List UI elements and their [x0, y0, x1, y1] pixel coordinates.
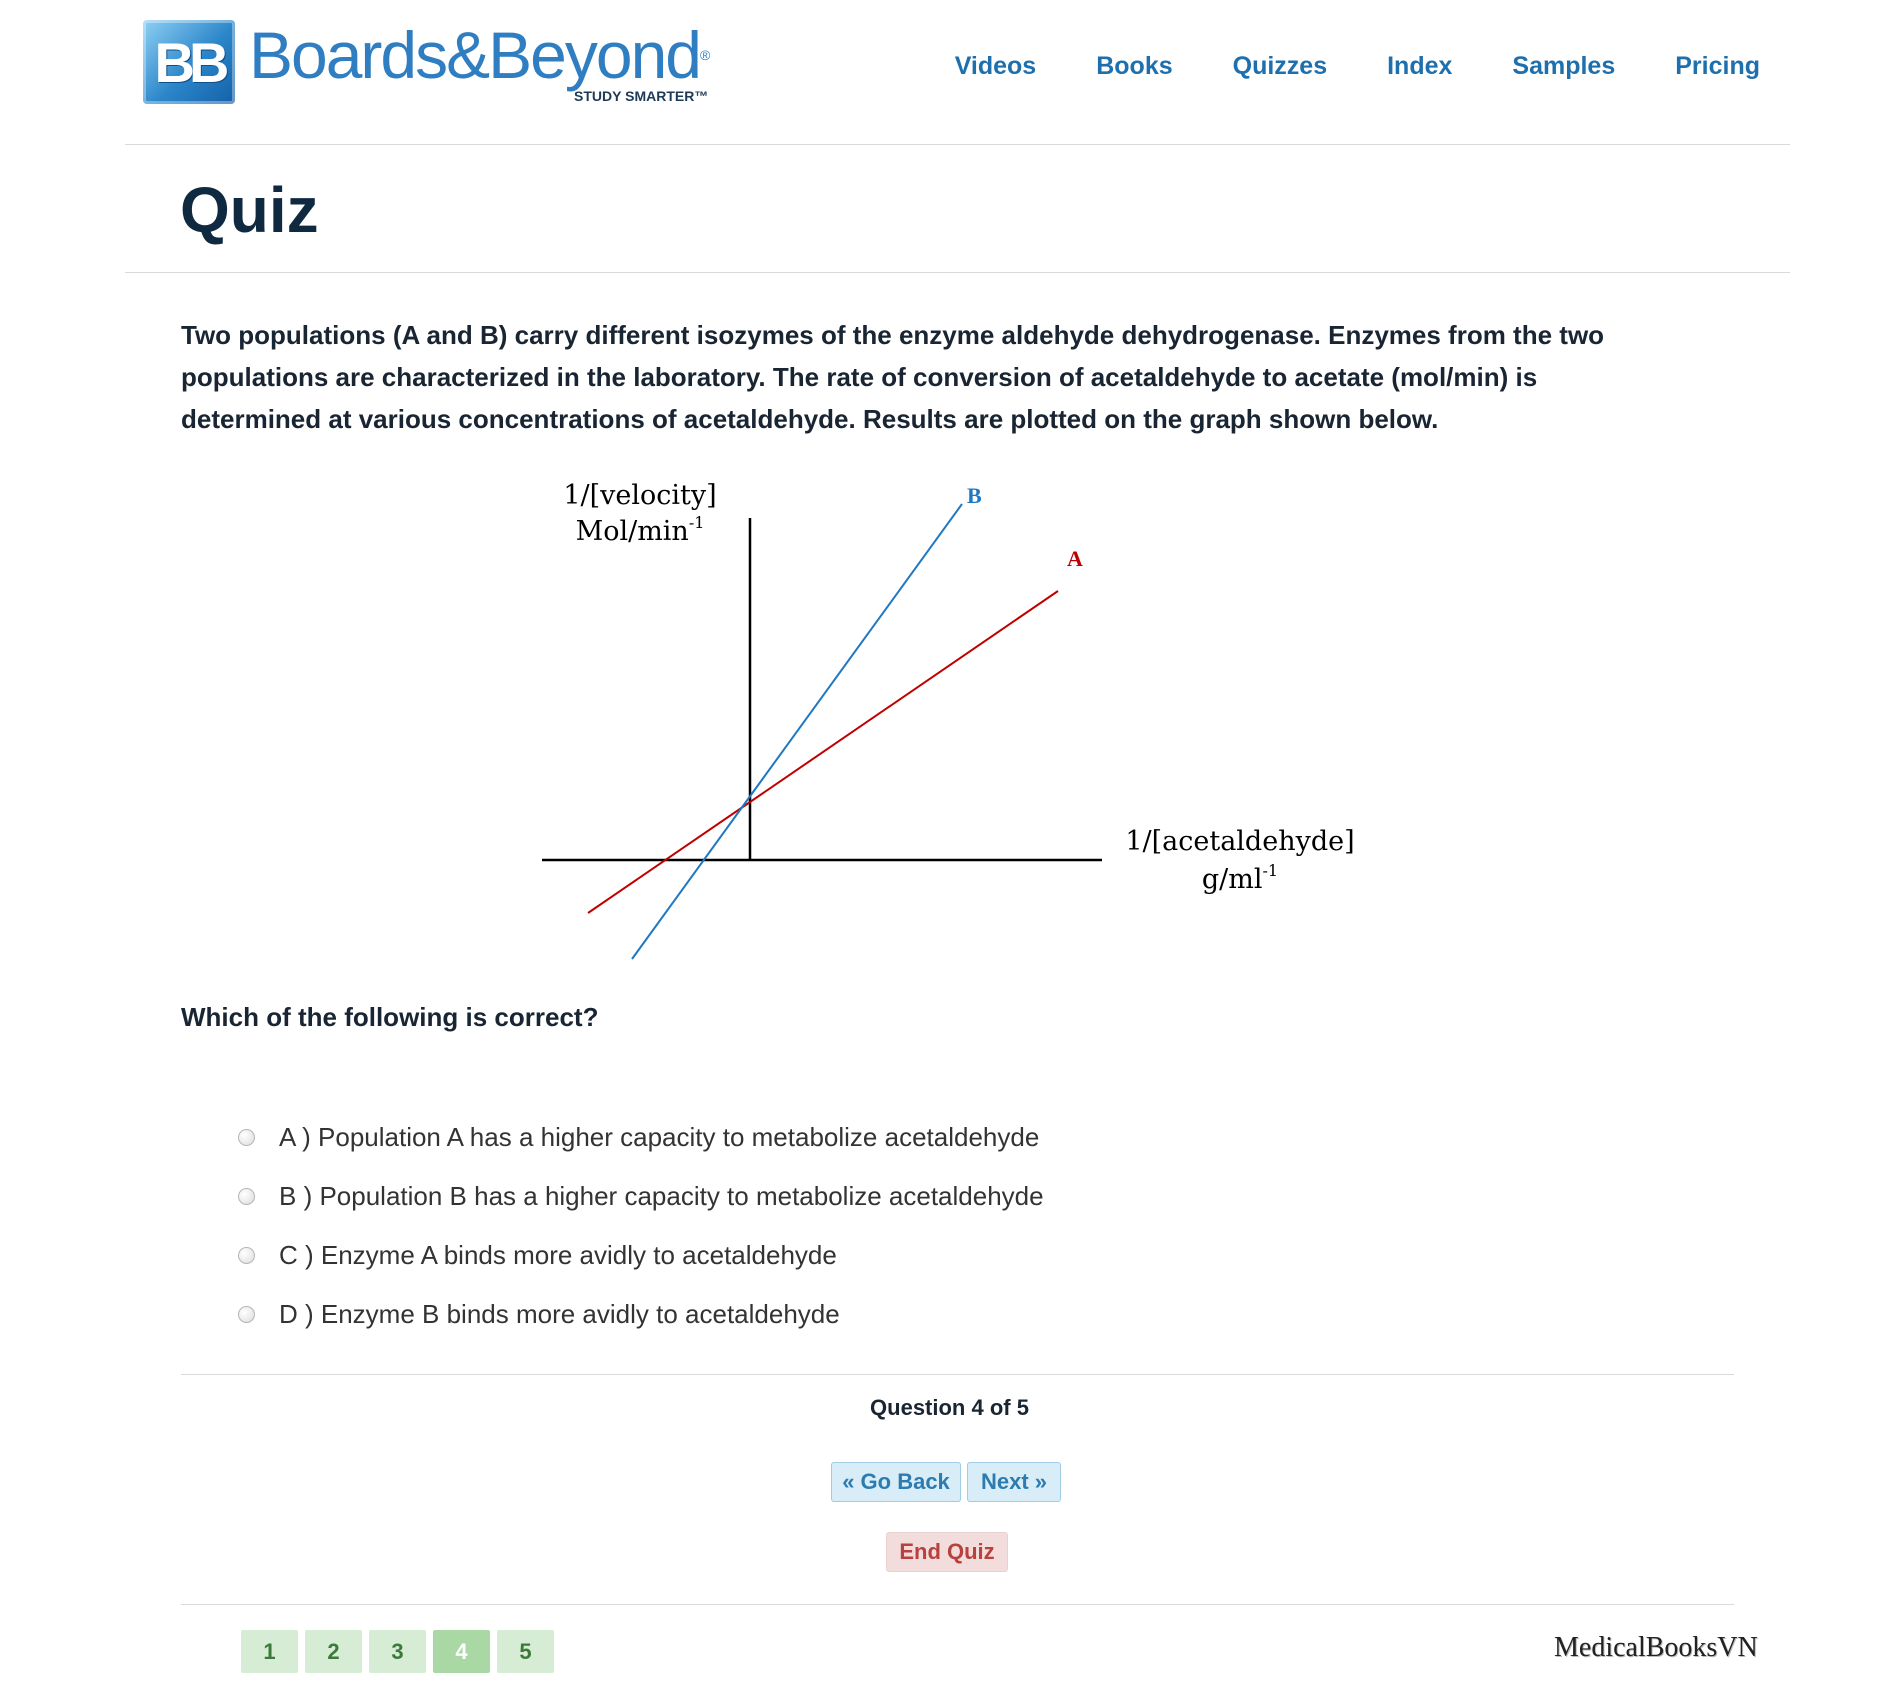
answer-options: A ) Population A has a higher capacity t… [238, 1108, 1044, 1344]
option-a[interactable]: A ) Population A has a higher capacity t… [238, 1108, 1044, 1167]
radio-b[interactable] [238, 1188, 255, 1205]
y-axis-label-line1: 1/[velocity] [563, 480, 716, 511]
option-d[interactable]: D ) Enzyme B binds more avidly to acetal… [238, 1285, 1044, 1344]
radio-c[interactable] [238, 1247, 255, 1264]
option-a-text[interactable]: A ) Population A has a higher capacity t… [279, 1122, 1039, 1153]
line-a-label: A [1067, 546, 1083, 571]
next-button[interactable]: Next » [967, 1462, 1061, 1502]
page-button-1[interactable]: 1 [241, 1630, 298, 1673]
nav-samples[interactable]: Samples [1512, 52, 1615, 81]
nav-buttons: « Go Back Next » [831, 1462, 1061, 1502]
nav-index[interactable]: Index [1387, 52, 1452, 81]
main-nav: Videos Books Quizzes Index Samples Prici… [895, 52, 1760, 81]
line-b [631, 503, 963, 960]
page-button-5[interactable]: 5 [497, 1630, 554, 1673]
page-button-4-current[interactable]: 4 [433, 1630, 490, 1673]
divider-bottom [181, 1604, 1734, 1605]
page-button-2[interactable]: 2 [305, 1630, 362, 1673]
x-axis-label-line2: g/ml-1 [1202, 861, 1278, 895]
x-axis-unit-sup: -1 [1263, 861, 1279, 880]
registered-mark: ® [700, 47, 710, 63]
radio-d[interactable] [238, 1306, 255, 1323]
question-stem: Two populations (A and B) carry differen… [181, 320, 1605, 434]
question-progress: Question 4 of 5 [870, 1395, 1029, 1420]
option-b[interactable]: B ) Population B has a higher capacity t… [238, 1167, 1044, 1226]
logo-text: Boards&Beyond® STUDY SMARTER™ [249, 18, 710, 104]
y-axis-label-line2: Mol/min-1 [576, 513, 705, 547]
logo-tagline: STUDY SMARTER™ [574, 88, 709, 104]
y-axis-unit-sup: -1 [689, 513, 705, 532]
brand-logo[interactable]: BB Boards&Beyond® STUDY SMARTER™ [143, 18, 710, 110]
page-title: Quiz [180, 174, 319, 246]
x-axis-label-line1: 1/[acetaldehyde] [1125, 826, 1354, 857]
divider-top [181, 1374, 1734, 1375]
logo-badge: BB [143, 20, 235, 104]
lineweaver-burk-graph: B A 1/[velocity] Mol/min-1 1/[acetaldehy… [542, 480, 1355, 960]
option-d-text[interactable]: D ) Enzyme B binds more avidly to acetal… [279, 1299, 840, 1330]
nav-quizzes[interactable]: Quizzes [1233, 52, 1327, 81]
question-prompt: Which of the following is correct? [181, 1002, 599, 1032]
site-header: BB Boards&Beyond® STUDY SMARTER™ Videos … [125, 0, 1790, 145]
go-back-button[interactable]: « Go Back [831, 1462, 961, 1502]
line-b-label: B [967, 483, 982, 508]
nav-videos[interactable]: Videos [955, 52, 1037, 81]
option-b-text[interactable]: B ) Population B has a higher capacity t… [279, 1181, 1044, 1212]
x-axis-unit: g/ml [1202, 864, 1263, 895]
nav-pricing[interactable]: Pricing [1675, 52, 1760, 81]
nav-books[interactable]: Books [1096, 52, 1172, 81]
option-c-text[interactable]: C ) Enzyme A binds more avidly to acetal… [279, 1240, 837, 1271]
radio-a[interactable] [238, 1129, 255, 1146]
y-axis-unit: Mol/min [576, 516, 689, 547]
title-bar: Quiz [125, 145, 1790, 273]
page-button-3[interactable]: 3 [369, 1630, 426, 1673]
watermark: MedicalBooksVN [1554, 1632, 1758, 1663]
line-a [587, 590, 1059, 914]
question-pager: 1 2 3 4 5 [241, 1630, 554, 1673]
logo-name: Boards&Beyond [249, 18, 702, 92]
option-c[interactable]: C ) Enzyme A binds more avidly to acetal… [238, 1226, 1044, 1285]
end-quiz-button[interactable]: End Quiz [886, 1532, 1008, 1572]
